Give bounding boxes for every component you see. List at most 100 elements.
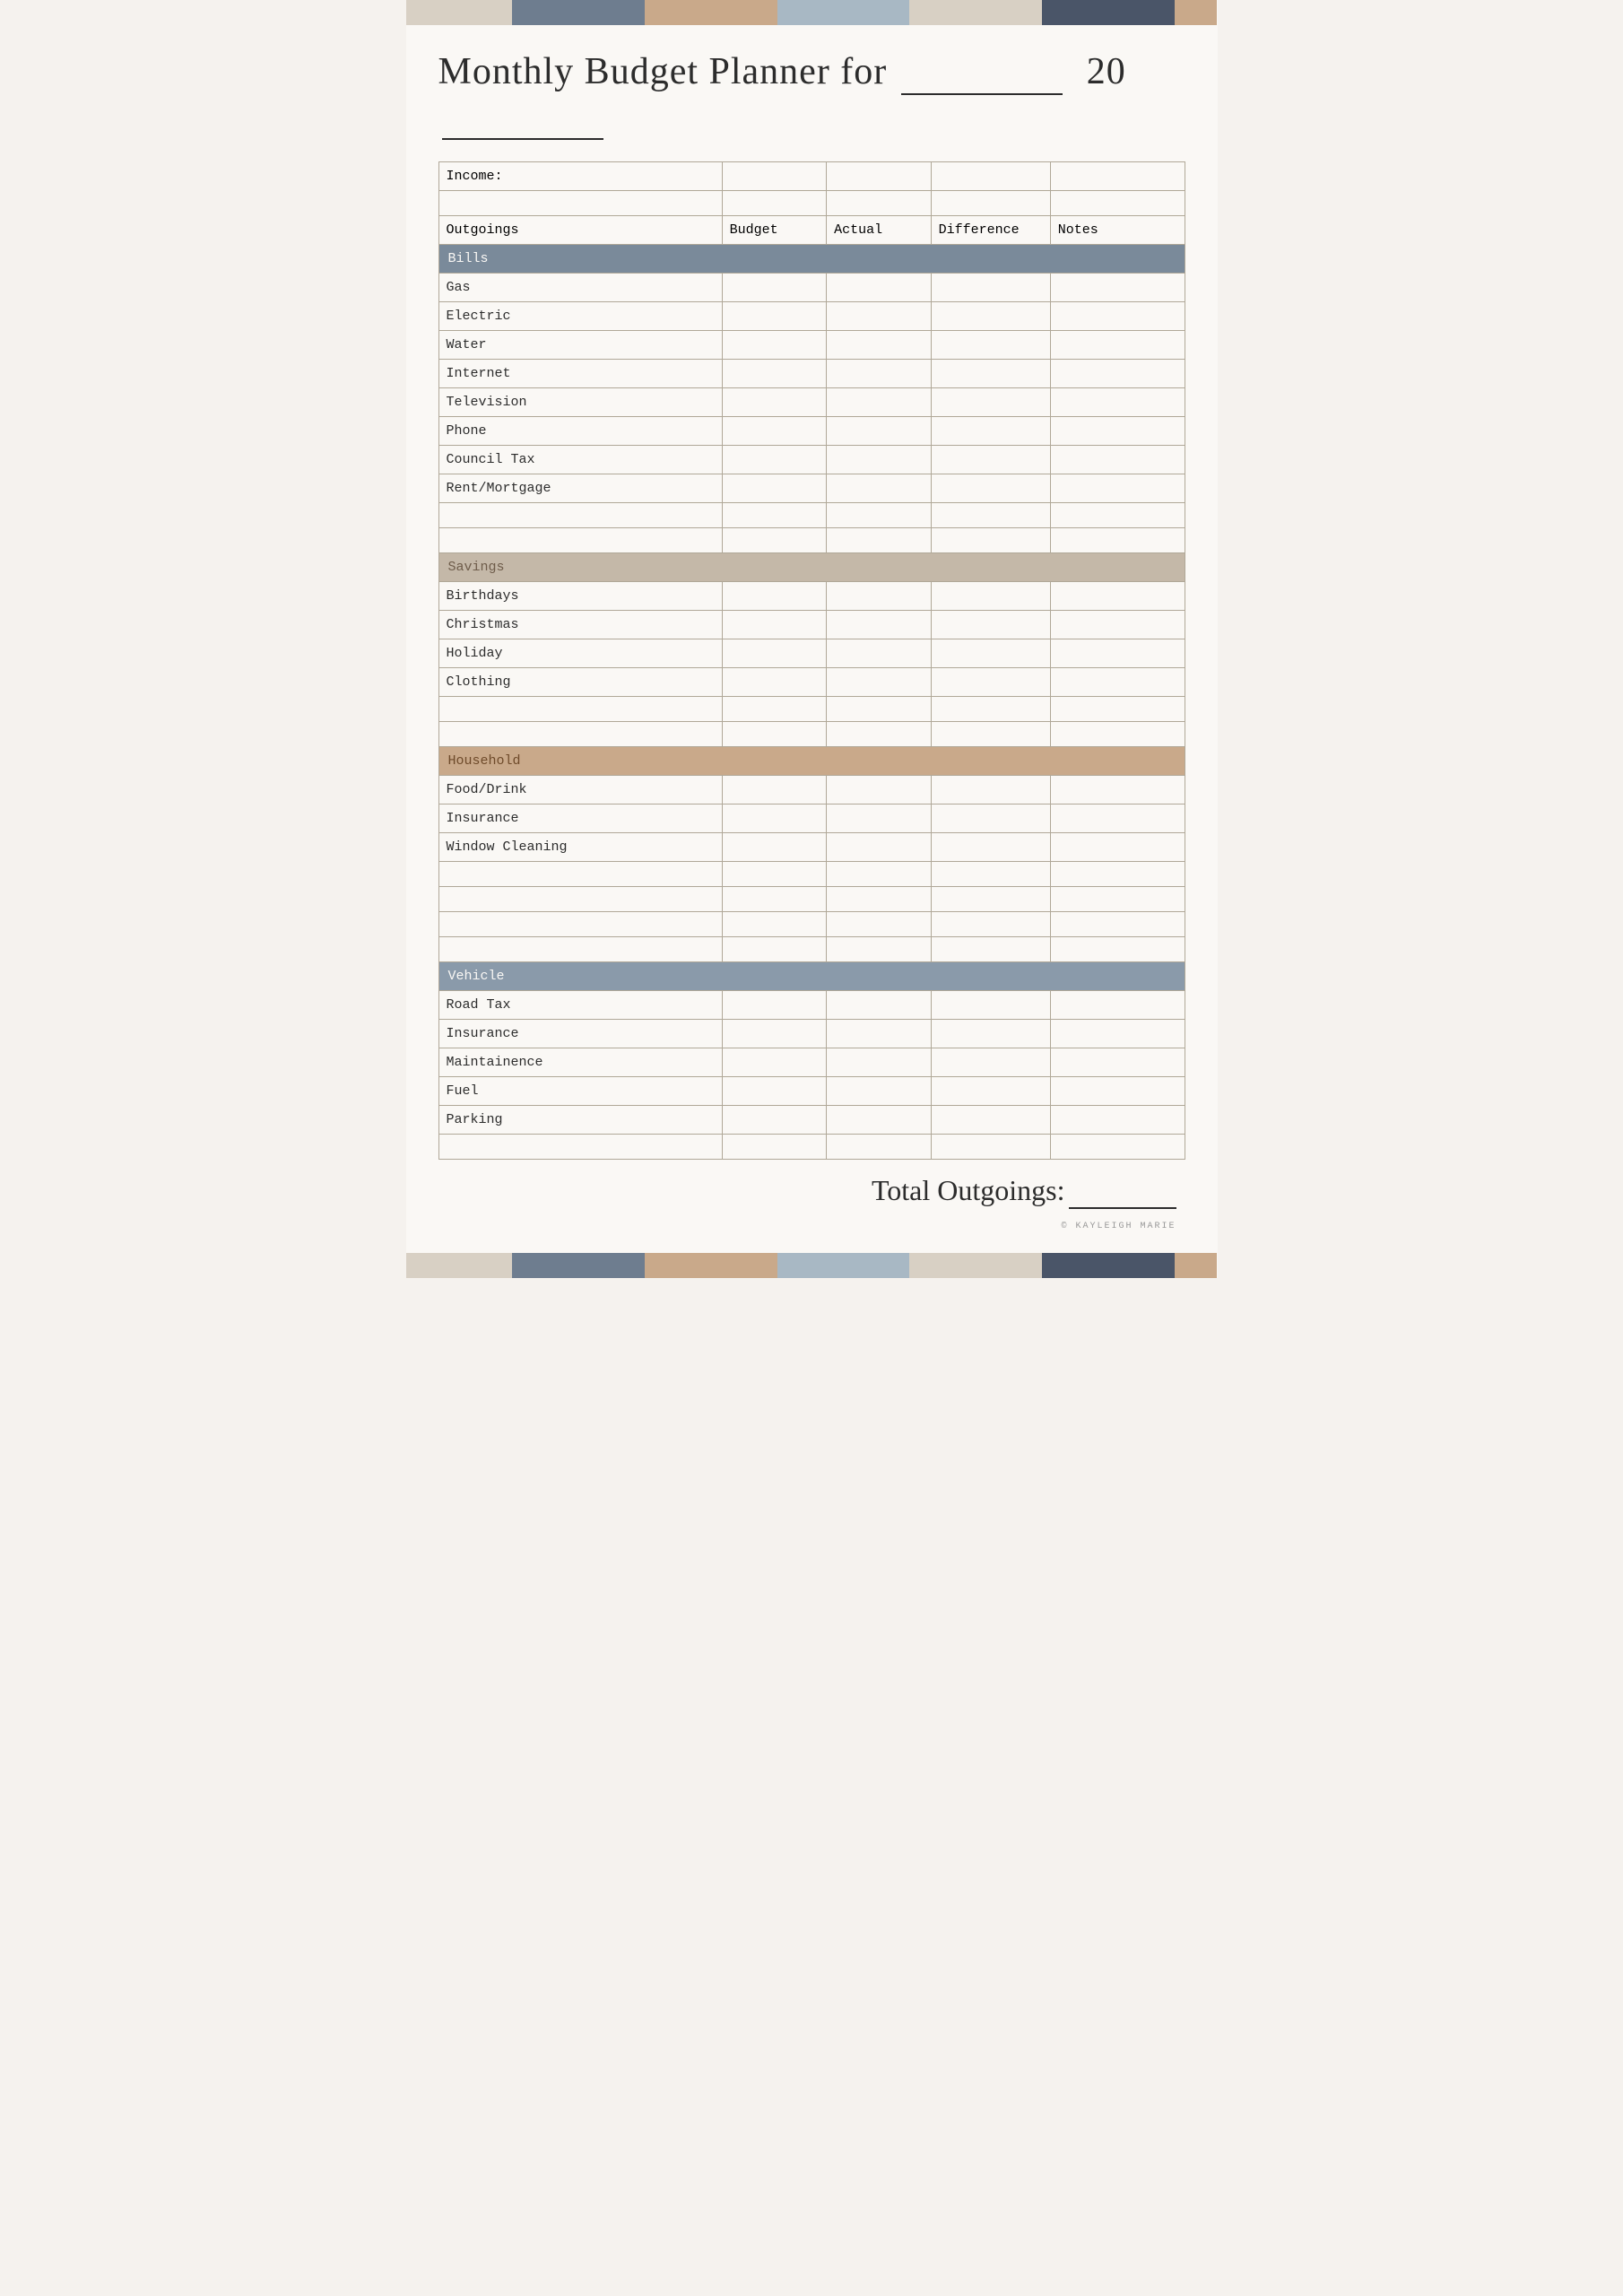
parking-label: Parking bbox=[438, 1106, 722, 1135]
television-label: Television bbox=[438, 388, 722, 417]
bottom-swatch-1 bbox=[406, 1253, 512, 1278]
holiday-label: Holiday bbox=[438, 639, 722, 668]
clothing-label: Clothing bbox=[438, 668, 722, 697]
road-tax-label: Road Tax bbox=[438, 991, 722, 1020]
internet-label: Internet bbox=[438, 360, 722, 388]
notes-col-header: Notes bbox=[1050, 216, 1185, 245]
color-swatch-4 bbox=[777, 0, 910, 25]
color-swatch-7 bbox=[1175, 0, 1217, 25]
gas-actual[interactable] bbox=[827, 274, 931, 302]
table-row: Birthdays bbox=[438, 582, 1185, 611]
income-budget[interactable] bbox=[722, 162, 826, 191]
main-content: Monthly Budget Planner for 20 Income: O bbox=[406, 25, 1218, 1253]
empty-row bbox=[438, 503, 1185, 528]
color-swatch-5 bbox=[909, 0, 1042, 25]
bottom-swatch-7 bbox=[1175, 1253, 1217, 1278]
table-row: Insurance bbox=[438, 1020, 1185, 1048]
window-cleaning-label: Window Cleaning bbox=[438, 833, 722, 862]
actual-col-header: Actual bbox=[827, 216, 931, 245]
empty-row bbox=[438, 937, 1185, 962]
rent-mortgage-label: Rent/Mortgage bbox=[438, 474, 722, 503]
table-row: Water bbox=[438, 331, 1185, 360]
income-label: Income: bbox=[438, 162, 722, 191]
household-label: Household bbox=[438, 747, 1185, 776]
table-row: Holiday bbox=[438, 639, 1185, 668]
color-swatch-2 bbox=[512, 0, 645, 25]
bills-label: Bills bbox=[438, 245, 1185, 274]
insurance-label: Insurance bbox=[438, 804, 722, 833]
table-row: Electric bbox=[438, 302, 1185, 331]
total-outgoings-row: Total Outgoings: bbox=[438, 1160, 1185, 1220]
maintainence-label: Maintainence bbox=[438, 1048, 722, 1077]
table-row: Food/Drink bbox=[438, 776, 1185, 804]
empty-row bbox=[438, 528, 1185, 553]
bottom-swatch-3 bbox=[645, 1253, 777, 1278]
household-section-header: Household bbox=[438, 747, 1185, 776]
water-label: Water bbox=[438, 331, 722, 360]
bottom-swatch-4 bbox=[777, 1253, 910, 1278]
total-value[interactable] bbox=[1069, 1174, 1176, 1209]
gas-budget[interactable] bbox=[722, 274, 826, 302]
gas-diff[interactable] bbox=[931, 274, 1050, 302]
color-swatch-3 bbox=[645, 0, 777, 25]
empty-row bbox=[438, 697, 1185, 722]
bottom-color-bar bbox=[406, 1253, 1218, 1278]
table-row: Phone bbox=[438, 417, 1185, 446]
outgoings-header-row: Outgoings Budget Actual Difference Notes bbox=[438, 216, 1185, 245]
table-row: Rent/Mortgage bbox=[438, 474, 1185, 503]
empty-row bbox=[438, 722, 1185, 747]
gas-notes[interactable] bbox=[1050, 274, 1185, 302]
savings-label: Savings bbox=[438, 553, 1185, 582]
copyright: © Kayleigh Marie bbox=[438, 1220, 1185, 1235]
table-row: Christmas bbox=[438, 611, 1185, 639]
vehicle-section-header: Vehicle bbox=[438, 962, 1185, 991]
title-text: Monthly Budget Planner for bbox=[438, 51, 888, 92]
vehicle-insurance-label: Insurance bbox=[438, 1020, 722, 1048]
gas-label: Gas bbox=[438, 274, 722, 302]
income-row: Income: bbox=[438, 162, 1185, 191]
empty-row bbox=[438, 887, 1185, 912]
page-title: Monthly Budget Planner for 20 bbox=[438, 50, 1185, 140]
bottom-swatch-6 bbox=[1042, 1253, 1175, 1278]
table-row: Clothing bbox=[438, 668, 1185, 697]
bills-section-header: Bills bbox=[438, 245, 1185, 274]
council-tax-label: Council Tax bbox=[438, 446, 722, 474]
table-row: Council Tax bbox=[438, 446, 1185, 474]
christmas-label: Christmas bbox=[438, 611, 722, 639]
table-row: Maintainence bbox=[438, 1048, 1185, 1077]
table-row: Internet bbox=[438, 360, 1185, 388]
bottom-swatch-2 bbox=[512, 1253, 645, 1278]
table-row: Insurance bbox=[438, 804, 1185, 833]
table-row: Television bbox=[438, 388, 1185, 417]
month-field[interactable] bbox=[901, 50, 1063, 95]
table-row: Parking bbox=[438, 1106, 1185, 1135]
year-field[interactable] bbox=[442, 95, 603, 140]
fuel-label: Fuel bbox=[438, 1077, 722, 1106]
empty-row bbox=[438, 912, 1185, 937]
phone-label: Phone bbox=[438, 417, 722, 446]
empty-row-1 bbox=[438, 191, 1185, 216]
outgoings-label: Outgoings bbox=[438, 216, 722, 245]
bottom-swatch-5 bbox=[909, 1253, 1042, 1278]
table-row: Window Cleaning bbox=[438, 833, 1185, 862]
vehicle-label: Vehicle bbox=[438, 962, 1185, 991]
table-row: Road Tax bbox=[438, 991, 1185, 1020]
empty-row bbox=[438, 1135, 1185, 1160]
electric-label: Electric bbox=[438, 302, 722, 331]
color-swatch-1 bbox=[406, 0, 512, 25]
income-actual[interactable] bbox=[827, 162, 931, 191]
income-diff[interactable] bbox=[931, 162, 1050, 191]
empty-row bbox=[438, 862, 1185, 887]
color-swatch-6 bbox=[1042, 0, 1175, 25]
total-label: Total Outgoings: bbox=[872, 1174, 1065, 1206]
birthdays-label: Birthdays bbox=[438, 582, 722, 611]
page: Monthly Budget Planner for 20 Income: O bbox=[406, 0, 1218, 1278]
budget-table: Income: Outgoings Budget Actual Differen… bbox=[438, 161, 1185, 1160]
table-row: Gas bbox=[438, 274, 1185, 302]
top-color-bar bbox=[406, 0, 1218, 25]
income-notes[interactable] bbox=[1050, 162, 1185, 191]
difference-col-header: Difference bbox=[931, 216, 1050, 245]
year-prefix: 20 bbox=[1087, 51, 1126, 92]
food-drink-label: Food/Drink bbox=[438, 776, 722, 804]
budget-col-header: Budget bbox=[722, 216, 826, 245]
